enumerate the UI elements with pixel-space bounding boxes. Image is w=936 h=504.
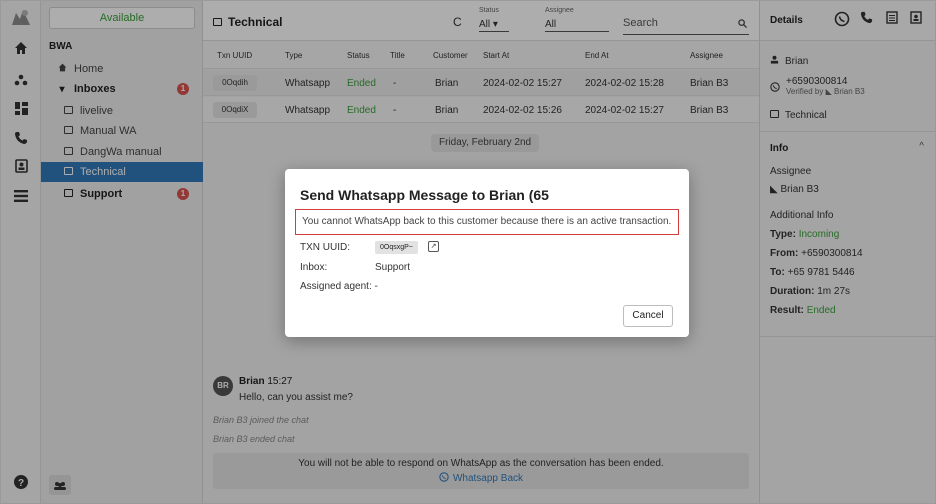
txn-uuid-value: 0OqsxgP~ <box>375 241 418 254</box>
send-whatsapp-dialog: Send Whatsapp Message to Brian (65 You c… <box>285 169 689 337</box>
assigned-agent-row: Assigned agent: - <box>300 281 378 292</box>
dialog-title: Send Whatsapp Message to Brian (65 <box>300 187 549 203</box>
txn-uuid-label: TXN UUID: <box>300 242 350 253</box>
assigned-agent-value: - <box>374 281 378 292</box>
assigned-agent-label: Assigned agent: <box>300 281 372 292</box>
app-window: ? Available BWA Home ▾ Inboxes 1 liveliv… <box>0 0 936 504</box>
open-external-icon[interactable]: ↗ <box>428 241 439 252</box>
inbox-value: Support <box>375 262 411 273</box>
cancel-button[interactable]: Cancel <box>623 305 673 327</box>
error-alert: You cannot WhatsApp back to this custome… <box>295 209 679 235</box>
inbox-label: Inbox: <box>300 262 328 273</box>
